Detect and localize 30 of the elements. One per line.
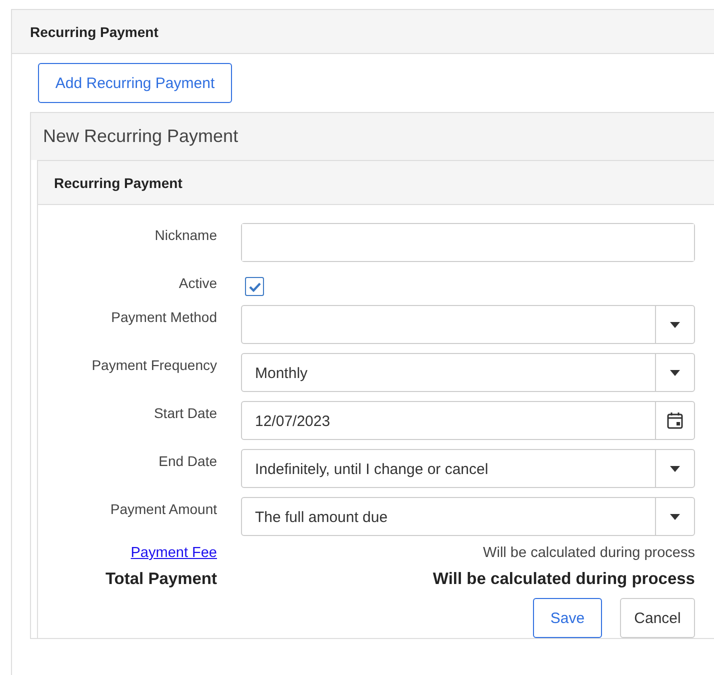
checkbox[interactable] (245, 277, 264, 296)
summary-label: Total Payment (104, 570, 217, 589)
field-label: Payment Frequency (90, 356, 217, 373)
panel-title: Recurring Payment (12, 10, 714, 54)
field-label: Nickname (154, 226, 217, 243)
summary-value: Will be calculated during process (432, 570, 695, 589)
dropdown-caret-icon[interactable] (670, 322, 680, 328)
form-title: Recurring Payment (38, 161, 714, 205)
dropdown-field[interactable]: Indefinitely, until I change or cancel (241, 449, 695, 488)
field-label: Start Date (152, 404, 217, 421)
dropdown-caret-icon[interactable] (670, 466, 680, 472)
dropdown-field[interactable]: The full amount due (241, 497, 695, 536)
add-button[interactable]: Add Recurring Payment (38, 63, 232, 103)
dropdown-caret-icon[interactable] (670, 514, 680, 520)
date-field[interactable]: 12/07/2023 (241, 401, 695, 440)
checkmark-icon (248, 282, 260, 292)
save-button[interactable]: Save (533, 598, 602, 638)
dropdown-field[interactable] (241, 305, 695, 344)
panel-title: New Recurring Payment (31, 113, 714, 160)
field-label: End Date (158, 452, 217, 469)
summary-value: Will be calculated during process (482, 545, 695, 561)
field-label: Payment Amount (109, 500, 217, 517)
field-label: Active (178, 274, 217, 291)
text-field[interactable] (241, 223, 695, 262)
cancel-button[interactable]: Cancel (620, 598, 695, 638)
calendar-icon[interactable] (667, 412, 683, 429)
dropdown-field[interactable]: Monthly (241, 353, 695, 392)
payment-fee-link[interactable]: Payment Fee (38, 545, 217, 561)
dropdown-caret-icon[interactable] (670, 370, 680, 376)
field-label: Payment Method (110, 308, 217, 325)
